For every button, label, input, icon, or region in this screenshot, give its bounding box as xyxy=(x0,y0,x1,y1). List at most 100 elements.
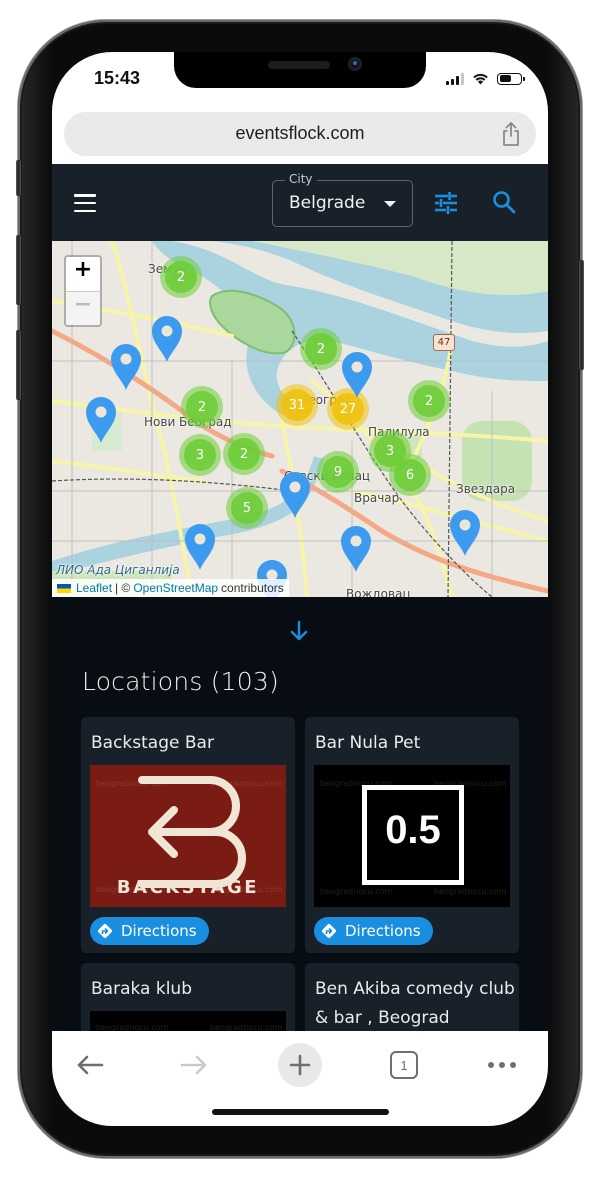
map-cluster[interactable]: 2 xyxy=(181,386,223,428)
home-indicator xyxy=(212,1109,389,1115)
map-marker-icon[interactable] xyxy=(84,396,118,444)
watermark: beogradnocu.com xyxy=(320,887,393,896)
scroll-down-arrow-icon[interactable] xyxy=(288,619,310,643)
directions-label: Directions xyxy=(345,922,421,940)
location-image[interactable]: beogradnocu.com beogradnocu.com beogradn… xyxy=(90,765,286,907)
tab-count: 1 xyxy=(390,1051,418,1079)
cluster-count: 6 xyxy=(394,459,426,491)
city-select[interactable]: City Belgrade xyxy=(272,172,413,227)
city-select-value[interactable]: Belgrade xyxy=(289,193,365,213)
locations-title: Locations (103) xyxy=(82,667,279,696)
cluster-count: 2 xyxy=(228,438,260,470)
search-icon[interactable] xyxy=(492,190,516,214)
phone-screen: 15:43 eventsflock.com City Belgrade + − … xyxy=(52,52,548,1126)
filter-sliders-icon[interactable] xyxy=(434,192,458,214)
directions-icon xyxy=(98,924,112,938)
status-time: 15:43 xyxy=(94,68,141,88)
mute-switch xyxy=(16,160,21,196)
map-cluster[interactable]: 2 xyxy=(408,380,450,422)
front-camera xyxy=(348,57,362,71)
location-name[interactable]: Bar Nula Pet xyxy=(315,729,515,758)
cluster-count: 2 xyxy=(413,385,445,417)
location-name[interactable]: Backstage Bar xyxy=(91,729,291,758)
ukraine-flag-icon xyxy=(57,583,71,593)
cluster-count: 2 xyxy=(186,391,218,423)
volume-down-button xyxy=(16,330,21,400)
address-bar[interactable]: eventsflock.com xyxy=(64,112,536,156)
status-icons xyxy=(446,72,525,85)
more-dots-icon xyxy=(488,1062,516,1068)
map-label: Звездара xyxy=(456,482,516,496)
more-menu-button[interactable] xyxy=(480,1043,524,1087)
openstreetmap-link[interactable]: OpenStreetMap xyxy=(133,579,218,597)
back-button[interactable] xyxy=(68,1043,112,1087)
nula-pet-logo-text: 0.5 xyxy=(385,808,441,852)
status-bar: 15:43 xyxy=(52,52,548,108)
map-marker-icon[interactable] xyxy=(340,351,374,399)
power-button xyxy=(579,260,584,370)
caret-down-icon xyxy=(384,201,396,207)
directions-button[interactable]: Directions xyxy=(90,917,209,945)
battery-icon xyxy=(497,72,525,85)
map-marker-icon[interactable] xyxy=(448,509,482,557)
url-text[interactable]: eventsflock.com xyxy=(64,123,536,144)
tab-switcher-button[interactable]: 1 xyxy=(382,1043,426,1087)
directions-label: Directions xyxy=(121,922,197,940)
forward-button[interactable] xyxy=(172,1043,216,1087)
attribution-separator: | © xyxy=(115,581,131,595)
map-label: Врачар xyxy=(354,491,400,505)
zoom-in-button[interactable]: + xyxy=(66,257,100,291)
new-tab-button[interactable] xyxy=(278,1043,322,1087)
directions-button[interactable]: Directions xyxy=(314,917,433,945)
menu-icon[interactable] xyxy=(74,194,96,212)
map-marker-icon[interactable] xyxy=(278,471,312,519)
location-image[interactable]: beogradnocu.com beogradnocu.com beogradn… xyxy=(314,765,510,907)
browser-address-area: eventsflock.com xyxy=(52,108,548,164)
map-marker-icon[interactable] xyxy=(339,525,373,573)
share-icon[interactable] xyxy=(500,121,522,147)
volume-up-button xyxy=(16,235,21,305)
cluster-count: 2 xyxy=(305,333,337,365)
map-cluster[interactable]: 2 xyxy=(160,256,202,298)
plus-icon xyxy=(289,1054,311,1076)
map-cluster[interactable]: 2 xyxy=(223,433,265,475)
location-name[interactable]: Baraka klub xyxy=(91,975,291,1004)
wifi-icon xyxy=(473,73,488,85)
map-label: Вождовац xyxy=(346,587,411,597)
watermark: beogradnocu.com xyxy=(434,887,507,896)
locations-section: Locations (103) Backstage Bar beogradnoc… xyxy=(52,597,548,1083)
leaflet-link[interactable]: Leaflet xyxy=(76,579,112,597)
map-marker-icon[interactable] xyxy=(109,343,143,391)
cellular-signal-icon xyxy=(446,72,464,85)
map-cluster[interactable]: 9 xyxy=(317,451,359,493)
arrow-right-icon xyxy=(180,1055,207,1075)
cluster-count: 3 xyxy=(184,439,216,471)
map-cluster[interactable]: 2 xyxy=(300,328,342,370)
browser-toolbar: 1 xyxy=(52,1031,548,1126)
speaker xyxy=(268,61,330,69)
map-marker-icon[interactable] xyxy=(150,315,184,363)
cluster-count: 9 xyxy=(322,456,354,488)
app-header: City Belgrade xyxy=(52,164,548,241)
notch xyxy=(174,52,426,88)
map-cluster[interactable]: 31 xyxy=(276,384,318,426)
location-name[interactable]: Ben Akiba comedy club & bar , Beograd xyxy=(315,975,515,1033)
map-cluster[interactable]: 6 xyxy=(389,454,431,496)
attribution-suffix: contributors xyxy=(221,581,284,595)
map-attribution: Leaflet | © OpenStreetMap contributors xyxy=(52,579,289,597)
cluster-count: 2 xyxy=(165,261,197,293)
city-select-label: City xyxy=(285,172,317,186)
map-label: ЛИО Ада Циганлија xyxy=(56,563,180,577)
location-card[interactable]: Backstage Bar beogradnocu.com beogradnoc… xyxy=(81,717,295,953)
map-zoom-control: + − xyxy=(64,255,102,327)
location-card[interactable]: Bar Nula Pet beogradnocu.com beogradnocu… xyxy=(305,717,519,953)
directions-icon xyxy=(322,924,336,938)
cluster-count: 31 xyxy=(281,389,313,421)
route-badge: 47 xyxy=(433,334,455,351)
arrow-left-icon xyxy=(77,1055,104,1075)
map-marker-icon[interactable] xyxy=(183,523,217,571)
map[interactable]: + − Земун Нови Београд Београд Палилула … xyxy=(52,241,548,597)
zoom-out-button[interactable]: − xyxy=(66,291,100,325)
map-cluster[interactable]: 5 xyxy=(226,487,268,529)
map-cluster[interactable]: 3 xyxy=(179,434,221,476)
